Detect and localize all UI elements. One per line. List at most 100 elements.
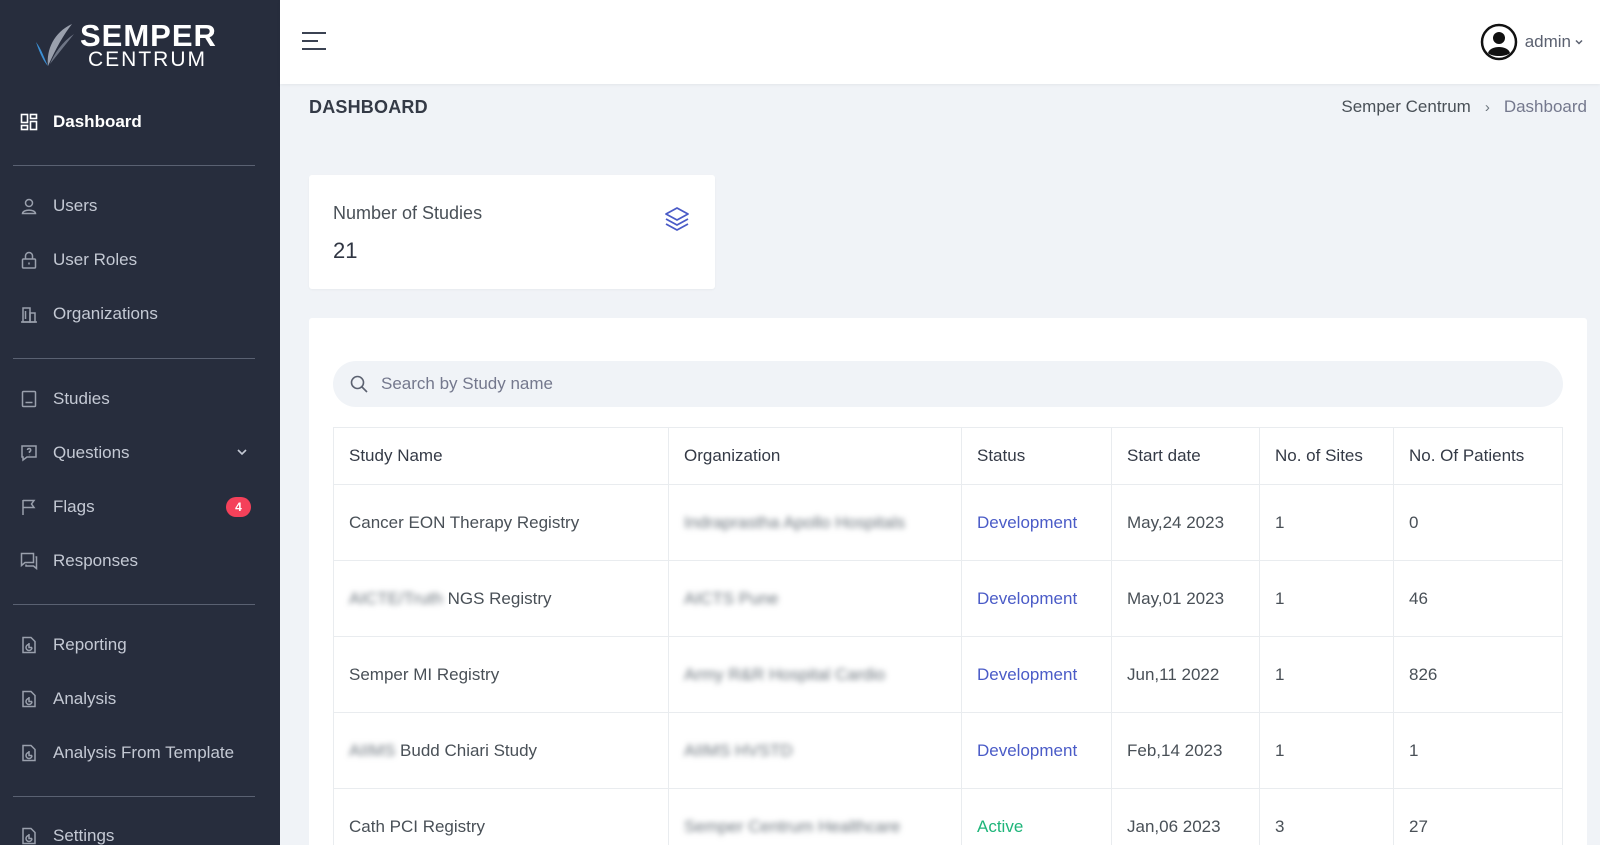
sidebar-item-label: Analysis [53,689,117,708]
sidebar-item-label: Questions [53,443,130,462]
sidebar-item-label: Analysis From Template [53,743,235,762]
chevron-right-icon: › [1484,98,1490,116]
cell-status: Development [961,484,1112,561]
cell-patients: 27 [1393,788,1563,845]
cell-patients: 826 [1393,636,1563,713]
username: admin [1524,32,1571,51]
sidebar-item-dashboard[interactable]: Dashboard [18,107,258,137]
flag-icon [18,496,40,518]
cell-patients: 1 [1393,712,1563,789]
sidebar-item-questions[interactable]: Questions [18,438,258,468]
cell-organization: Semper Centrum Healthcare [668,788,962,845]
redacted-text: AICTS Pune [684,588,779,608]
column-header-patients[interactable]: No. Of Patients [1393,427,1563,485]
search-input[interactable] [381,374,1531,394]
study-name: Semper MI Registry [349,664,500,684]
column-header-start-date[interactable]: Start date [1111,427,1260,485]
sidebar-item-reporting[interactable]: Reporting [18,630,258,660]
lock-icon [18,249,40,271]
sidebar-item-label: User Roles [53,250,138,269]
cell-start-date: May,01 2023 [1111,560,1260,637]
cell-start-date: Jun,11 2022 [1111,636,1260,713]
sidebar-divider [13,796,255,797]
cell-study-name: AICTE/Truth NGS Registry [333,560,669,637]
building-icon [18,303,40,325]
avatar-icon [1480,23,1517,61]
studies-table: Study Name Organization Status Start dat… [333,427,1563,845]
sidebar-divider [13,165,255,166]
study-name: Budd Chiari Study [400,740,538,760]
sidebar-divider [13,604,255,605]
table-row[interactable]: AIIMS Budd Chiari Study AIIMS HVSTD Deve… [333,712,1563,789]
cell-sites: 1 [1259,560,1394,637]
menu-icon [302,32,326,34]
sidebar-item-settings[interactable]: Settings [18,821,258,845]
sidebar-divider [13,358,255,359]
redacted-text: AICTE/Truth [349,588,443,608]
redacted-text: Semper Centrum Healthcare [684,816,901,836]
menu-icon-line [302,48,326,50]
cell-patients: 0 [1393,484,1563,561]
redacted-text: Army R&R Hospital Cardio [684,664,886,684]
sidebar-item-flags[interactable]: Flags 4 [18,492,258,522]
cell-organization: Indraprastha Apollo Hospitals [668,484,962,561]
flags-count-badge: 4 [226,497,251,517]
redacted-text: Indraprastha Apollo Hospitals [684,512,906,532]
question-icon [18,442,40,464]
user-menu[interactable]: admin [1480,22,1584,62]
breadcrumb-home-link[interactable]: Semper Centrum [1341,97,1470,117]
cell-patients: 46 [1393,560,1563,637]
study-name: Cath PCI Registry [349,816,486,836]
stat-value: 21 [333,238,358,263]
table-row[interactable]: Semper MI Registry Army R&R Hospital Car… [333,636,1563,713]
cell-study-name: Cancer EON Therapy Registry [333,484,669,561]
breadcrumb-current: Dashboard [1503,97,1587,116]
report-icon [18,634,40,656]
sidebar-item-label: Studies [53,389,110,408]
column-header-sites[interactable]: No. of Sites [1259,427,1394,485]
table-header-row: Study Name Organization Status Start dat… [333,427,1563,485]
sidebar-item-organizations[interactable]: Organizations [18,299,258,329]
brand-logo[interactable]: SEMPER CENTRUM [30,18,217,72]
cell-start-date: May,24 2023 [1111,484,1260,561]
user-icon [18,195,40,217]
layers-icon [665,207,689,231]
sidebar-item-label: Dashboard [53,112,142,131]
table-row[interactable]: Cath PCI Registry Semper Centrum Healthc… [333,788,1563,845]
sidebar-item-label: Responses [53,551,139,570]
sidebar-item-responses[interactable]: Responses [18,546,258,576]
brand-line2: CENTRUM [88,48,207,71]
studies-table-card: Study Name Organization Status Start dat… [309,318,1587,845]
sidebar-item-analysis[interactable]: Analysis [18,684,258,714]
column-header-organization[interactable]: Organization [668,427,962,485]
study-name: Cancer EON Therapy Registry [349,512,580,532]
search-icon [350,375,368,393]
sidebar-item-users[interactable]: Users [18,191,258,221]
sidebar-item-user-roles[interactable]: User Roles [18,245,258,275]
cell-study-name: Semper MI Registry [333,636,669,713]
column-header-study-name[interactable]: Study Name [333,427,669,485]
chat-icon [18,550,40,572]
table-row[interactable]: AICTE/Truth NGS Registry AICTS Pune Deve… [333,560,1563,637]
cell-status: Development [961,636,1112,713]
breadcrumb: Semper Centrum › Dashboard [1341,97,1587,117]
chevron-down-icon [1575,39,1583,45]
sidebar-item-studies[interactable]: Studies [18,384,258,414]
menu-icon-line [302,40,318,42]
report-icon [18,742,40,764]
studies-count-card: Number of Studies 21 [309,175,715,289]
chevron-down-icon [237,449,247,456]
study-name: NGS Registry [447,588,552,608]
column-header-status[interactable]: Status [961,427,1112,485]
cell-organization: AIIMS HVSTD [668,712,962,789]
report-icon [18,688,40,710]
brand-line1: SEMPER [80,18,217,53]
menu-toggle-button[interactable] [302,30,326,52]
sidebar-item-analysis-from-template[interactable]: Analysis From Template [18,738,258,768]
cell-status: Development [961,560,1112,637]
table-row[interactable]: Cancer EON Therapy Registry Indraprastha… [333,484,1563,561]
cell-start-date: Feb,14 2023 [1111,712,1260,789]
cell-organization: Army R&R Hospital Cardio [668,636,962,713]
cell-sites: 1 [1259,484,1394,561]
cell-status: Active [961,788,1112,845]
